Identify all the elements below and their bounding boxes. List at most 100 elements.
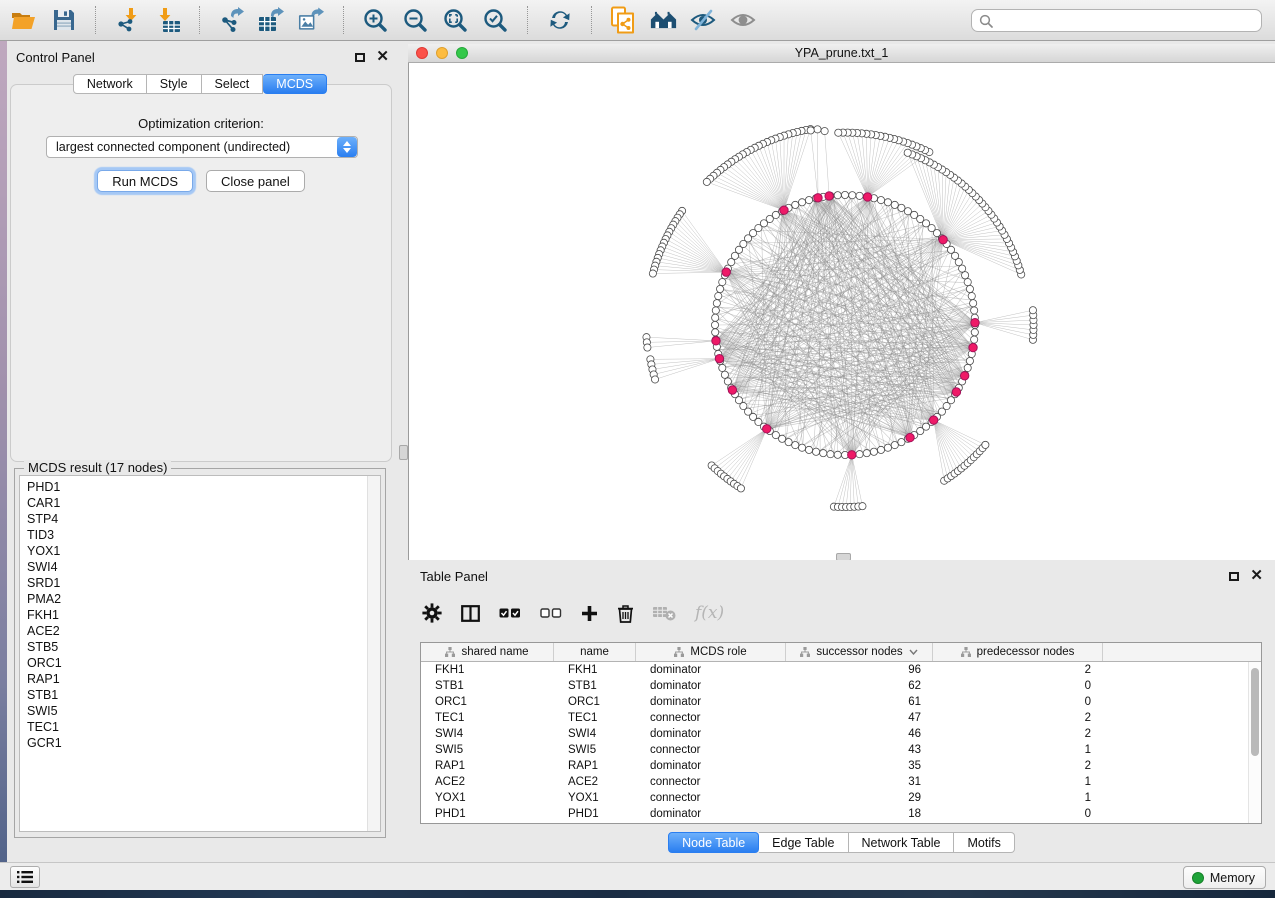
network-graph[interactable] [409, 63, 1275, 560]
network-node[interactable] [863, 450, 870, 457]
run-mcds-button[interactable]: Run MCDS [97, 170, 193, 192]
network-node[interactable] [807, 127, 814, 134]
mcds-dominator-node[interactable] [952, 388, 960, 396]
network-node[interactable] [651, 376, 658, 383]
network-node[interactable] [821, 127, 828, 134]
maximize-window-icon[interactable] [456, 47, 468, 59]
network-node[interactable] [649, 270, 656, 277]
network-node[interactable] [834, 451, 841, 458]
add-column-icon[interactable] [581, 605, 598, 622]
task-history-button[interactable] [10, 866, 40, 888]
tab-motifs[interactable]: Motifs [954, 832, 1014, 853]
mcds-result-item[interactable]: STP4 [27, 511, 364, 527]
network-node[interactable] [884, 199, 891, 206]
search-input[interactable] [998, 10, 1254, 31]
mcds-dominator-node[interactable] [715, 354, 723, 362]
mcds-dominator-node[interactable] [728, 386, 736, 394]
network-node[interactable] [966, 285, 973, 292]
tab-network-table[interactable]: Network Table [849, 832, 955, 853]
document-network-icon[interactable] [610, 7, 637, 34]
mcds-result-item[interactable]: GCR1 [27, 735, 364, 751]
network-node[interactable] [805, 446, 812, 453]
select-all-icon[interactable] [499, 607, 521, 619]
mcds-dominator-node[interactable] [780, 206, 788, 214]
network-node[interactable] [904, 149, 911, 156]
zoom-selected-icon[interactable] [482, 7, 509, 34]
table-scrollbar-thumb[interactable] [1251, 668, 1259, 756]
network-node[interactable] [964, 278, 971, 285]
refresh-icon[interactable] [546, 7, 573, 34]
network-node[interactable] [703, 178, 710, 185]
delete-table-icon[interactable] [653, 606, 676, 621]
mcds-result-item[interactable]: ORC1 [27, 655, 364, 671]
mcds-result-item[interactable]: FKH1 [27, 607, 364, 623]
network-node[interactable] [805, 196, 812, 203]
mcds-dominator-node[interactable] [712, 337, 720, 345]
network-view-titlebar[interactable]: YPA_prune.txt_1 [408, 44, 1275, 63]
hide-selected-eye-icon[interactable] [690, 7, 717, 34]
network-node[interactable] [877, 196, 884, 203]
network-node[interactable] [728, 259, 735, 266]
vertical-splitter[interactable] [401, 41, 408, 862]
show-all-eye-icon[interactable] [730, 7, 757, 34]
minimize-window-icon[interactable] [436, 47, 448, 59]
mcds-dominator-node[interactable] [906, 433, 914, 441]
column-header-successor-nodes[interactable]: successor nodes [786, 643, 933, 661]
network-node[interactable] [712, 307, 719, 314]
settings-gear-icon[interactable] [422, 603, 442, 623]
optimization-criterion-dropdown[interactable]: largest connected component (undirected) [46, 136, 358, 158]
network-node[interactable] [798, 199, 805, 206]
network-node[interactable] [970, 300, 977, 307]
network-node[interactable] [785, 439, 792, 446]
import-network-icon[interactable] [114, 7, 141, 34]
export-image-icon[interactable] [298, 7, 325, 34]
network-node[interactable] [966, 357, 973, 364]
network-node[interactable] [856, 192, 863, 199]
mcds-dominator-node[interactable] [863, 193, 871, 201]
mcds-dominator-node[interactable] [960, 372, 968, 380]
mcds-result-item[interactable]: PHD1 [27, 479, 364, 495]
network-node[interactable] [779, 435, 786, 442]
split-panel-icon[interactable] [461, 605, 480, 622]
network-node[interactable] [971, 329, 978, 336]
network-node[interactable] [792, 442, 799, 449]
first-neighbors-icon[interactable] [650, 7, 677, 34]
network-node[interactable] [849, 192, 856, 199]
open-folder-icon[interactable] [10, 7, 37, 34]
network-node[interactable] [737, 485, 744, 492]
mcds-result-item[interactable]: RAP1 [27, 671, 364, 687]
table-row[interactable]: PHD1PHD1dominator180 [421, 806, 1261, 822]
table-row[interactable]: RAP1RAP1dominator352 [421, 758, 1261, 774]
mcds-dominator-node[interactable] [848, 451, 856, 459]
mcds-dominator-node[interactable] [969, 343, 977, 351]
network-node[interactable] [721, 371, 728, 378]
mcds-result-item[interactable]: SWI4 [27, 559, 364, 575]
network-node[interactable] [834, 192, 841, 199]
network-node[interactable] [898, 204, 905, 211]
mcds-result-item[interactable]: STB5 [27, 639, 364, 655]
export-network-icon[interactable] [218, 7, 245, 34]
network-node[interactable] [644, 344, 651, 351]
delete-column-icon[interactable] [617, 604, 634, 623]
network-node[interactable] [971, 336, 978, 343]
column-header-MCDS-role[interactable]: MCDS role [636, 643, 786, 661]
column-header-shared-name[interactable]: shared name [421, 643, 554, 661]
mcds-result-item[interactable]: TID3 [27, 527, 364, 543]
search-box[interactable] [971, 9, 1262, 32]
table-row[interactable]: ACE2ACE2connector311 [421, 774, 1261, 790]
mcds-list-scrollbar[interactable] [367, 476, 380, 831]
network-node[interactable] [964, 364, 971, 371]
network-node[interactable] [716, 285, 723, 292]
tab-edge-table[interactable]: Edge Table [759, 832, 848, 853]
mcds-dominator-node[interactable] [763, 425, 771, 433]
network-node[interactable] [719, 364, 726, 371]
tab-node-table[interactable]: Node Table [668, 832, 759, 853]
tab-network[interactable]: Network [73, 74, 147, 94]
network-node[interactable] [904, 208, 911, 215]
network-node[interactable] [820, 450, 827, 457]
sort-chevron-icon[interactable] [909, 649, 918, 655]
network-node[interactable] [891, 442, 898, 449]
network-node[interactable] [859, 503, 866, 510]
network-node[interactable] [962, 272, 969, 279]
close-table-panel-icon[interactable]: ✕ [1250, 571, 1263, 581]
